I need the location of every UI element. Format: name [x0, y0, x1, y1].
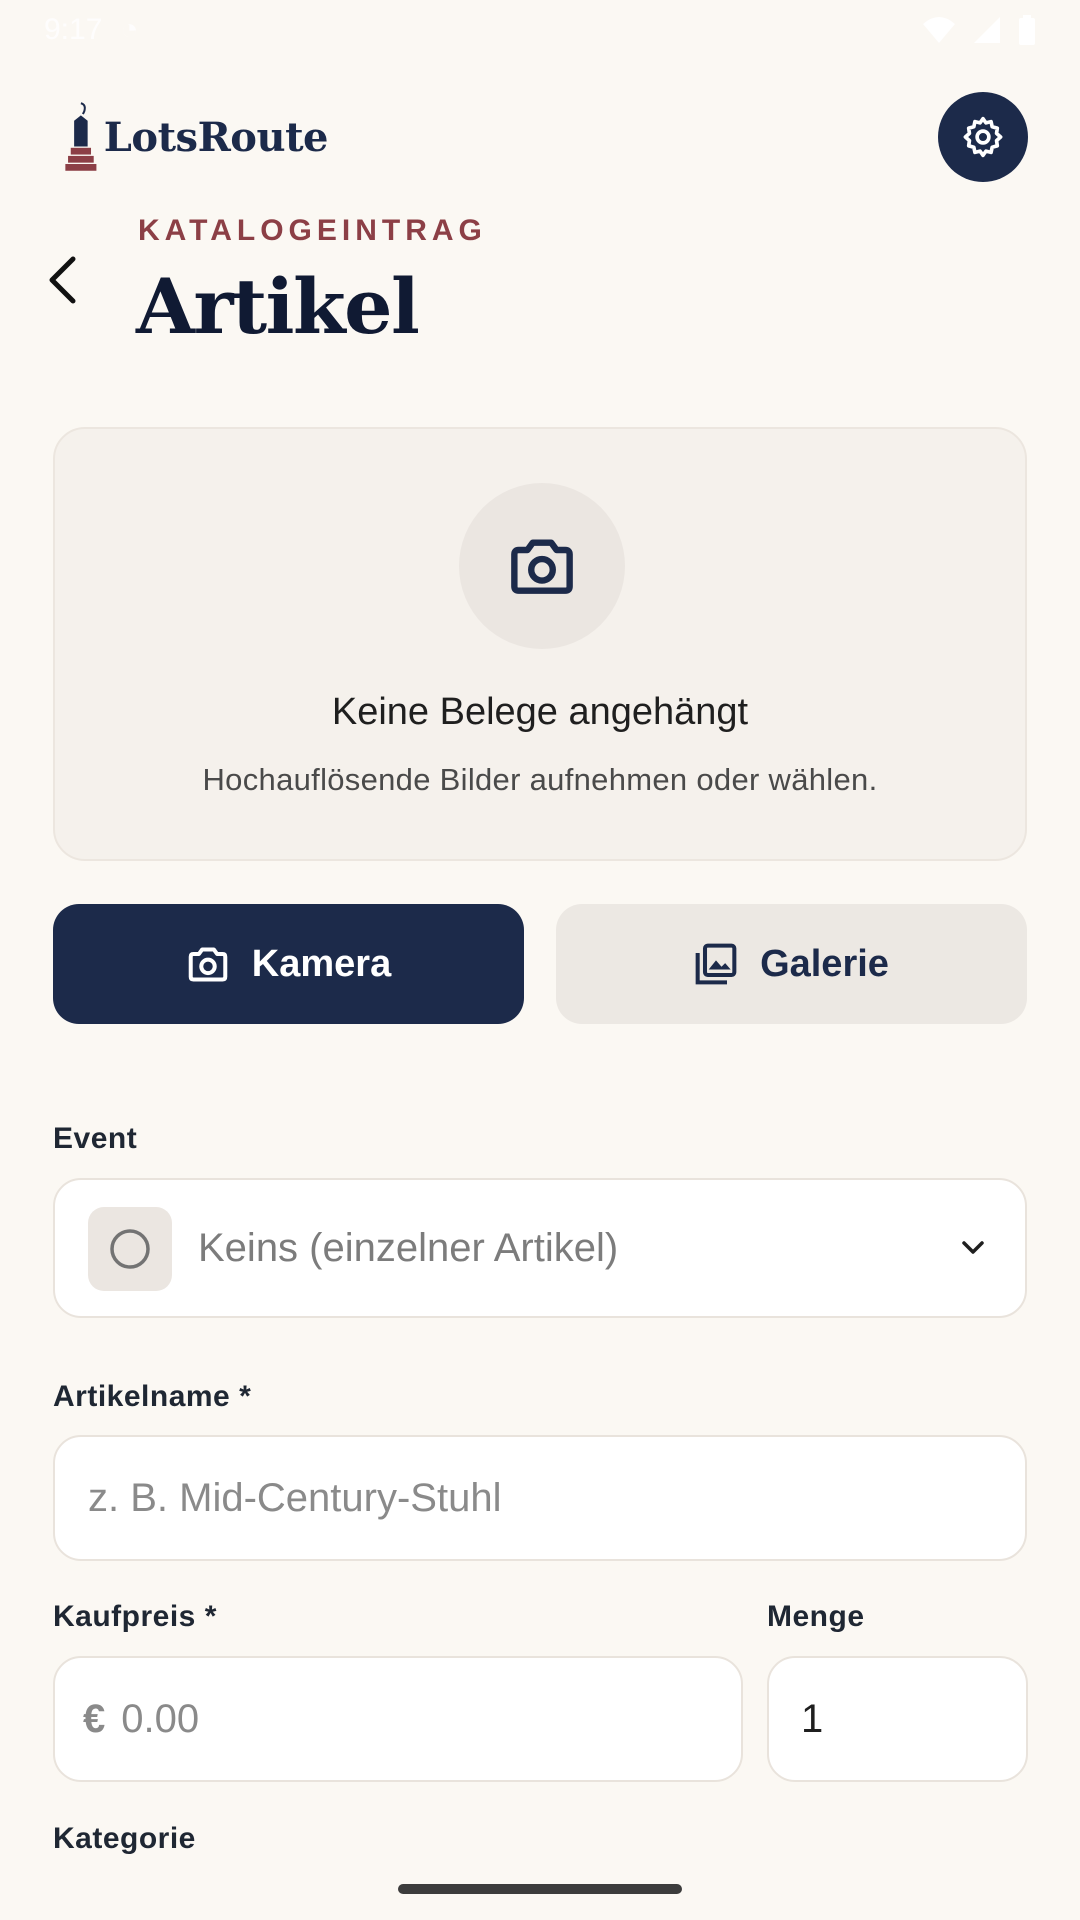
gallery-button[interactable]: Galerie — [556, 904, 1027, 1024]
status-left: 9:17 ◔ — [44, 13, 139, 47]
camera-placeholder — [459, 483, 625, 649]
logo-text: LotsRoute — [103, 113, 329, 161]
page-title: Artikel — [136, 262, 420, 351]
wifi-icon — [923, 17, 955, 43]
quantity-value: 1 — [801, 1696, 824, 1741]
radio-icon — [110, 1229, 150, 1269]
item-name-placeholder: z. B. Mid-Century-Stuhl — [88, 1475, 502, 1520]
status-bar: 9:17 ◔ — [0, 0, 1080, 60]
currency-symbol: € — [83, 1696, 106, 1741]
gallery-icon — [695, 943, 737, 985]
camera-icon — [188, 947, 228, 982]
chevron-down-icon — [962, 1241, 984, 1254]
photo-attachment-card: Keine Belege angehängt Hochauflösende Bi… — [53, 427, 1027, 861]
notification-icon: ◔ — [120, 13, 139, 46]
app-logo: LotsRoute — [64, 82, 329, 192]
event-select-value: Keins (einzelner Artikel) — [198, 1225, 619, 1270]
signal-icon — [974, 17, 1000, 43]
settings-button[interactable] — [938, 92, 1028, 182]
back-button[interactable] — [38, 252, 86, 308]
battery-icon — [1019, 15, 1035, 45]
chevron-left-icon — [49, 256, 76, 304]
status-time: 9:17 — [44, 13, 103, 46]
category-label: Kategorie — [53, 1822, 196, 1855]
price-label: Kaufpreis * — [53, 1600, 217, 1633]
home-indicator[interactable] — [398, 1884, 682, 1894]
page-eyebrow: KATALOGEINTRAG — [138, 214, 487, 247]
tag-logo-icon — [65, 102, 97, 171]
camera-button[interactable]: Kamera — [53, 904, 524, 1024]
gear-icon — [963, 116, 1003, 158]
event-select[interactable]: Keins (einzelner Artikel) — [53, 1178, 1027, 1318]
camera-icon — [511, 539, 573, 594]
item-name-label: Artikelname * — [53, 1380, 252, 1413]
event-label: Event — [53, 1122, 138, 1155]
status-right — [922, 15, 1036, 45]
camera-button-label: Kamera — [251, 942, 392, 985]
no-attachments-title: Keine Belege angehängt — [331, 691, 749, 733]
price-input[interactable]: € 0.00 — [53, 1656, 743, 1782]
gallery-button-label: Galerie — [760, 942, 889, 985]
quantity-input[interactable]: 1 — [767, 1656, 1028, 1782]
price-placeholder: 0.00 — [121, 1696, 200, 1741]
item-name-input[interactable]: z. B. Mid-Century-Stuhl — [53, 1435, 1027, 1561]
event-radio-chip — [88, 1207, 172, 1291]
quantity-label: Menge — [767, 1600, 865, 1633]
no-attachments-subtitle: Hochauflösende Bilder aufnehmen oder wäh… — [202, 762, 878, 797]
